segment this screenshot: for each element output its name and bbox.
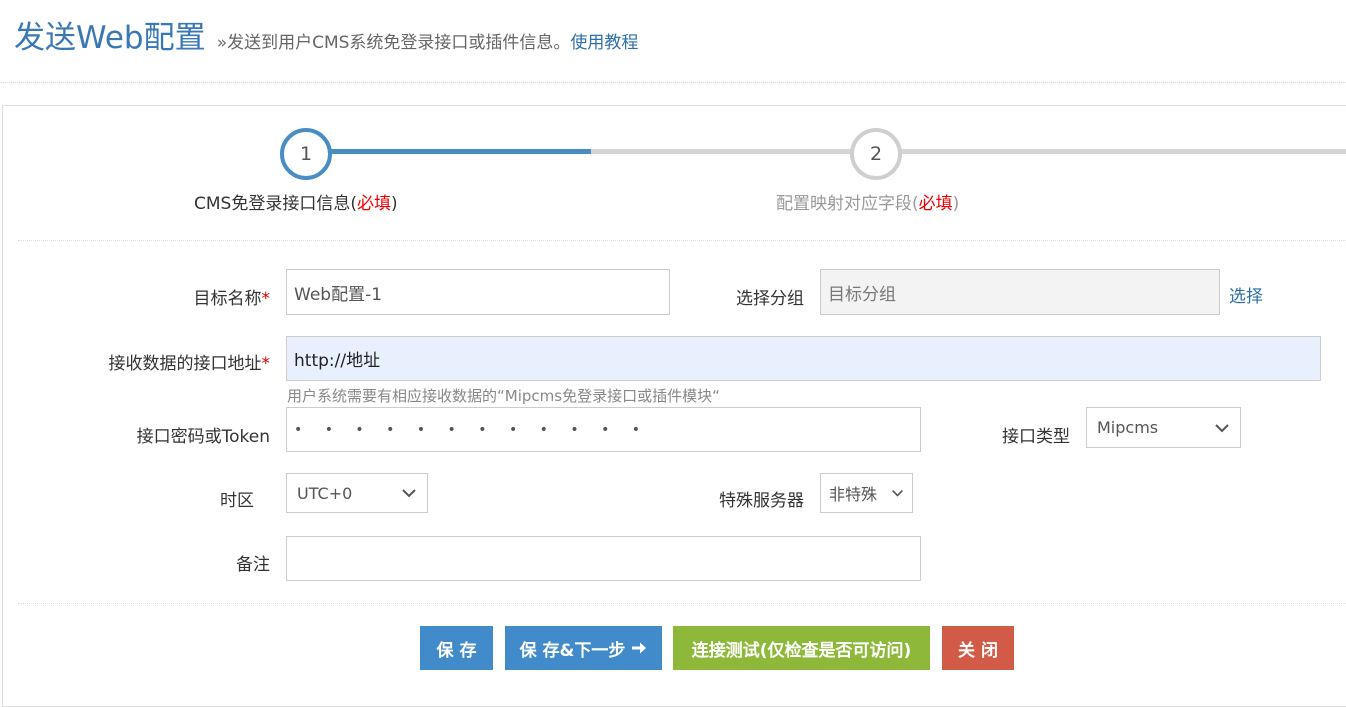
group-input[interactable]: 目标分组 (820, 269, 1220, 315)
target-name-input[interactable]: Web配置-1 (286, 269, 670, 315)
chevron-down-icon (892, 489, 903, 497)
interface-type-select[interactable]: Mipcms (1086, 407, 1241, 448)
page-title: 发送Web配置 (14, 20, 206, 56)
header-divider (0, 82, 1346, 83)
buttons-divider (18, 603, 1346, 604)
token-input[interactable]: • • • • • • • • • • • • (286, 407, 921, 452)
step-1-circle[interactable]: 1 (280, 128, 332, 180)
close-button[interactable]: 关 闭 (942, 626, 1014, 670)
tutorial-link[interactable]: 使用教程 (570, 33, 638, 53)
step-2-required: 必填 (918, 194, 953, 214)
remark-input[interactable] (286, 536, 921, 581)
token-label: 接口密码或Token (136, 427, 270, 447)
timezone-label: 时区 (220, 491, 254, 511)
chevron-down-icon (1215, 423, 1229, 432)
step-2-circle[interactable]: 2 (850, 128, 902, 180)
select-group-link[interactable]: 选择 (1229, 282, 1263, 307)
special-server-label: 特殊服务器 (719, 491, 804, 511)
endpoint-label: 接收数据的接口地址* (108, 354, 271, 374)
endpoint-hint: 用户系统需要有相应接收数据的“Mipcms免登录接口或插件模块“ (287, 387, 720, 405)
special-server-select[interactable]: 非特殊 (820, 473, 913, 513)
remark-label: 备注 (236, 555, 270, 575)
step-progress-active (305, 149, 591, 154)
step-1-required: 必填 (356, 194, 391, 214)
arrow-right-icon (632, 642, 647, 654)
timezone-select[interactable]: UTC+0 (286, 473, 428, 513)
target-name-label: 目标名称* (193, 289, 271, 309)
steps-divider (18, 240, 1346, 241)
step-1-label: CMS免登录接口信息(必填) (194, 194, 398, 214)
page-subtitle: »发送到用户CMS系统免登录接口或插件信息。 (216, 33, 571, 53)
interface-type-label: 接口类型 (1002, 427, 1070, 447)
save-next-button[interactable]: 保 存&下一步 (505, 626, 662, 670)
endpoint-input[interactable]: http://地址 (286, 336, 1321, 381)
connection-test-button[interactable]: 连接测试(仅检查是否可访问) (673, 626, 930, 670)
group-label: 选择分组 (736, 289, 804, 309)
page-header: 发送Web配置 »发送到用户CMS系统免登录接口或插件信息。使用教程 (14, 12, 638, 56)
chevron-down-icon (402, 489, 416, 498)
step-progress-inactive (591, 149, 1346, 154)
step-2-label: 配置映射对应字段(必填) (776, 194, 960, 214)
save-button[interactable]: 保 存 (420, 626, 493, 670)
